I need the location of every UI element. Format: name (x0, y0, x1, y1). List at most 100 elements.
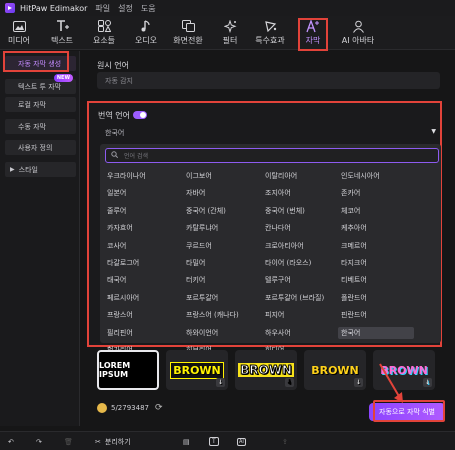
left-sidebar: 자동 자막 생성 텍스트 투 자막 NEW 로컬 자막 수동 자막 사용자 정의… (0, 51, 80, 426)
language-option[interactable]: 타밀어 (183, 257, 205, 269)
translate-toggle[interactable] (133, 111, 147, 119)
language-option[interactable]: 코사어 (104, 240, 126, 252)
language-option[interactable]: 중국어 (간체) (183, 205, 226, 217)
language-option[interactable]: 크메르어 (338, 240, 367, 252)
undo-icon[interactable]: ↶ (8, 435, 14, 448)
title-bar: HitPaw Edimakor 파일 설정 도움 (0, 0, 455, 16)
delete-icon[interactable]: 🗑 (64, 435, 73, 448)
translate-language-select[interactable]: 한국어 ▼ (97, 124, 440, 141)
download-icon[interactable]: ↓ (216, 378, 225, 387)
language-option[interactable]: 페르시아어 (104, 292, 139, 304)
tool-transition[interactable]: 화면전환 (170, 19, 206, 49)
style-card-2[interactable]: BROWN ↓ (166, 350, 228, 390)
scissors-icon: ✂ (95, 437, 101, 446)
text-tool-icon[interactable]: T (209, 435, 219, 448)
ai-tool-icon[interactable]: AI (237, 435, 246, 448)
language-option[interactable]: 이그보어 (183, 170, 212, 182)
tool-media[interactable]: 미디어 (6, 19, 32, 49)
language-option[interactable]: 타갈로그어 (104, 257, 139, 269)
language-option[interactable]: 프랑스어 (104, 309, 133, 321)
tool-effects[interactable]: 특수효과 (252, 19, 288, 49)
style-card-4[interactable]: BROWN ↓ (304, 350, 366, 390)
language-option[interactable]: 필리핀어 (104, 327, 133, 339)
language-option[interactable]: 포르투갈어 (183, 292, 218, 304)
credits-area: 5/2793487 ⟳ (97, 403, 163, 413)
sidebar-item-style[interactable]: ▶ 스타일 (5, 162, 76, 177)
language-option[interactable]: 이탈리아어 (262, 170, 297, 182)
tool-audio[interactable]: 오디오 (132, 19, 160, 49)
language-option[interactable]: 우크라이나어 (104, 170, 146, 182)
download-icon[interactable]: ↓ (423, 378, 432, 387)
credits-value: 5/2793487 (111, 404, 149, 412)
language-option[interactable]: 티베트어 (338, 274, 367, 286)
language-option[interactable]: 줄루어 (104, 205, 126, 217)
language-option[interactable]: 크로아티아어 (262, 240, 304, 252)
language-option[interactable]: 하우사어 (262, 327, 291, 339)
language-option[interactable]: 태국어 (104, 274, 126, 286)
app-title: HitPaw Edimakor (20, 3, 88, 13)
language-option[interactable]: 포르투갈어 (브라질) (262, 292, 324, 304)
language-option[interactable]: 칸나다어 (262, 222, 291, 234)
language-option[interactable]: 조지아어 (262, 187, 291, 199)
language-option[interactable]: 타지크어 (338, 257, 367, 269)
filter-icon (223, 19, 237, 33)
menu-help[interactable]: 도움 (141, 3, 156, 14)
language-search-input[interactable]: 언어 검색 (105, 148, 439, 163)
language-option[interactable]: 카자흐어 (104, 222, 133, 234)
redo-icon[interactable]: ↷ (36, 435, 42, 448)
language-option[interactable]: 텔루구어 (262, 274, 291, 286)
export-icon[interactable]: ⇪ (282, 435, 288, 448)
language-option[interactable]: 중국어 (번체) (262, 205, 305, 217)
ai-avatar-icon (352, 19, 365, 33)
sidebar-item-custom[interactable]: 사용자 정의 (5, 140, 76, 155)
source-language-select[interactable]: 자동 감지 (97, 72, 440, 89)
search-icon (111, 151, 119, 160)
text-icon (56, 19, 69, 33)
menu-file[interactable]: 파일 (95, 3, 110, 14)
audio-icon (140, 19, 152, 33)
language-option[interactable]: 타이어 (라오스) (262, 257, 311, 269)
coin-icon (97, 403, 107, 413)
transition-icon (181, 19, 195, 33)
sidebar-item-text-to-subtitle[interactable]: 텍스트 투 자막 NEW (5, 74, 76, 94)
language-option[interactable]: 피지어 (262, 309, 284, 321)
app-logo-icon (5, 3, 15, 13)
language-option[interactable]: 카탈루냐어 (183, 222, 218, 234)
language-option[interactable]: 존카어 (338, 187, 360, 199)
language-option[interactable]: 체코어 (338, 205, 360, 217)
language-option[interactable]: 일본어 (104, 187, 126, 199)
refresh-icon[interactable]: ⟳ (155, 403, 163, 413)
new-badge: NEW (53, 74, 73, 82)
subtitle-edit-icon[interactable]: ▤ (183, 435, 190, 448)
language-option[interactable]: 핀란드어 (338, 309, 367, 321)
tool-ai-avatar[interactable]: AI 아바타 (338, 19, 378, 49)
main-toolbar: 미디어 텍스트 요소들 오디오 화면전환 필터 특수효과 자막 AI 아바타 (0, 16, 455, 50)
tool-filter[interactable]: 필터 (218, 19, 242, 49)
style-card-3[interactable]: BROWN ↓ (235, 350, 297, 390)
bottom-toolbar: ↶ ↷ 🗑 ✂ 분리하기 ▤ T AI ⇪ (0, 431, 455, 450)
language-option[interactable]: 케추아어 (338, 222, 367, 234)
language-option[interactable]: 터키어 (183, 274, 205, 286)
sidebar-item-manual-subtitle[interactable]: 수동 자막 (5, 119, 76, 134)
sidebar-highlight (3, 51, 69, 72)
tool-elements[interactable]: 요소들 (90, 19, 118, 49)
media-icon (12, 19, 26, 33)
split-button[interactable]: ✂ 분리하기 (95, 435, 131, 448)
elements-icon (97, 19, 111, 33)
language-option[interactable]: 하와이언어 (183, 327, 218, 339)
download-icon[interactable]: ↓ (354, 378, 363, 387)
menu-settings[interactable]: 설정 (118, 3, 133, 14)
sidebar-item-local-subtitle[interactable]: 로컬 자막 (5, 97, 76, 112)
subtitle-tab-highlight (298, 18, 328, 51)
language-option[interactable]: 한국어 (338, 326, 414, 339)
style-card-1[interactable]: LOREM IPSUM (97, 350, 159, 390)
language-option[interactable]: 폴란드어 (338, 292, 367, 304)
tool-text[interactable]: 텍스트 (48, 19, 76, 49)
language-option[interactable]: 쿠르드어 (183, 240, 212, 252)
effects-icon (264, 19, 277, 33)
language-option[interactable]: 인도네시아어 (338, 170, 380, 182)
language-option[interactable]: 프랑스어 (캐나다) (183, 309, 239, 321)
pointer-arrow-icon (379, 363, 403, 403)
language-option[interactable]: 자바어 (183, 187, 205, 199)
download-icon[interactable]: ↓ (285, 378, 294, 387)
